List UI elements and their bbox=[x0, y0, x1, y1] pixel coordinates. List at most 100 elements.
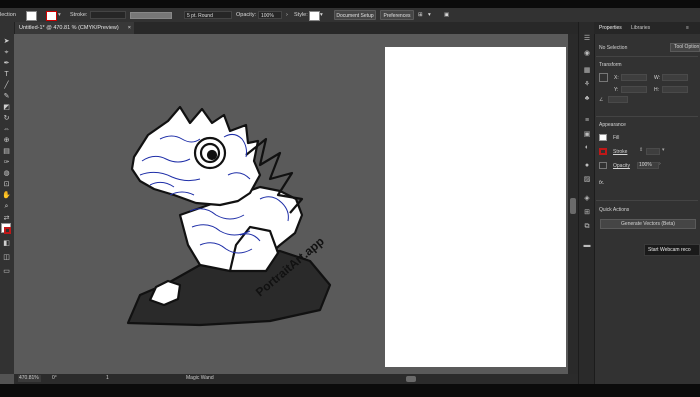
appearance-heading: Appearance bbox=[599, 122, 626, 128]
document-setup-button[interactable]: Document Setup bbox=[334, 10, 376, 20]
stroke-swatch[interactable] bbox=[46, 11, 57, 21]
artboard-tool-icon[interactable]: ⊡ bbox=[2, 181, 11, 189]
vertical-scroll-thumb[interactable] bbox=[570, 198, 576, 214]
fill-label: Fill bbox=[613, 135, 620, 141]
current-tool-label: Magic Wand bbox=[186, 375, 214, 381]
brush-dropdown[interactable]: 5 pt. Round bbox=[184, 11, 232, 19]
fx-icon[interactable]: fx. bbox=[599, 180, 604, 186]
gradient-tool-icon[interactable]: ▤ bbox=[2, 148, 11, 156]
lizard-artwork[interactable]: PortraitArt.app bbox=[120, 95, 340, 330]
color-mode-icon[interactable]: ◧ bbox=[2, 240, 11, 248]
chevron-down-icon[interactable]: ▾ bbox=[428, 10, 431, 20]
direct-selection-tool-icon[interactable]: ⌖ bbox=[2, 49, 11, 57]
draw-mode-icon[interactable]: ◫ bbox=[2, 254, 11, 262]
shape-builder-tool-icon[interactable]: ⊕ bbox=[2, 137, 11, 145]
stroke-label: Stroke: bbox=[70, 12, 88, 18]
panel-divider bbox=[596, 200, 698, 201]
w-label: W: bbox=[654, 75, 661, 81]
line-tool-icon[interactable]: ╱ bbox=[2, 82, 11, 90]
selection-status: No Selection bbox=[599, 45, 628, 51]
graphic-styles-icon[interactable]: ▨ bbox=[582, 175, 592, 184]
artboards-icon[interactable]: ⊞ bbox=[582, 208, 592, 217]
variable-width-profile[interactable] bbox=[130, 12, 172, 19]
screen-mode-icon[interactable]: ▭ bbox=[2, 268, 11, 276]
panel-icon-strip: ☰ ◉ ▦ ⚘ ♣ ≡ ▣ ◐ ● ▨ ◈ ⊞ ⧉ ▬ bbox=[578, 22, 595, 384]
paintbrush-tool-icon[interactable]: ✎ bbox=[2, 93, 11, 101]
stroke-panel-icon[interactable]: ≡ bbox=[582, 116, 592, 125]
stroke-swatch-panel[interactable] bbox=[599, 148, 607, 155]
status-bar: 470.81% 0° 1 Magic Wand bbox=[14, 374, 578, 384]
preferences-button[interactable]: Preferences bbox=[380, 10, 414, 20]
width-tool-icon[interactable]: ⇔ bbox=[2, 126, 11, 134]
chevron-down-icon[interactable]: ▾ bbox=[662, 147, 665, 153]
rotation-value[interactable]: 0° bbox=[52, 375, 57, 382]
opacity-input[interactable]: 100% bbox=[258, 11, 282, 19]
type-tool-icon[interactable]: T bbox=[2, 71, 11, 79]
transform-heading: Transform bbox=[599, 62, 622, 68]
stroke-label-panel[interactable]: Stroke bbox=[613, 149, 627, 155]
transparency-icon[interactable]: ◐ bbox=[582, 143, 592, 152]
style-swatch[interactable] bbox=[309, 11, 320, 21]
rotate-angle-icon[interactable]: ∠ bbox=[599, 97, 603, 103]
chevron-down-icon[interactable]: ▾ bbox=[320, 10, 323, 20]
comments-icon[interactable]: ▬ bbox=[582, 241, 592, 250]
swatches-icon[interactable]: ♣ bbox=[582, 94, 592, 103]
horizontal-scroll-thumb[interactable] bbox=[406, 376, 416, 382]
chevron-down-icon[interactable]: ▾ bbox=[58, 10, 61, 20]
panel-menu-icon[interactable]: ≡ bbox=[686, 22, 689, 34]
chevron-right-icon[interactable]: › bbox=[286, 10, 288, 20]
x-label: X: bbox=[614, 75, 619, 81]
layers-icon[interactable]: ◉ bbox=[582, 49, 592, 58]
libraries-icon[interactable]: ▦ bbox=[582, 66, 592, 75]
links-icon[interactable]: ⧉ bbox=[582, 222, 592, 231]
appearance-icon[interactable]: ● bbox=[582, 161, 592, 170]
selection-tool-icon[interactable]: ➤ bbox=[2, 38, 11, 46]
y-label: Y: bbox=[614, 87, 619, 93]
artboard-number[interactable]: 1 bbox=[106, 375, 109, 382]
selection-mode-label: lection bbox=[0, 12, 16, 18]
opacity-swatch bbox=[599, 162, 607, 169]
document-tab-title: Untitled-1* @ 470.81 % (CMYK/Preview) bbox=[19, 25, 119, 31]
pen-tool-icon[interactable]: ✒ bbox=[2, 60, 11, 68]
arrange-icon[interactable]: ▣ bbox=[444, 10, 449, 20]
fill-swatch-panel[interactable] bbox=[599, 134, 607, 141]
swap-colors-icon[interactable]: ⇄ bbox=[2, 215, 11, 223]
control-bar: lection ▾ Stroke: 5 pt. Round Opacity: 1… bbox=[0, 8, 700, 23]
stroke-color-box[interactable] bbox=[4, 227, 11, 234]
stroke-weight-input[interactable] bbox=[646, 148, 660, 155]
tool-options-button[interactable]: Tool Options bbox=[670, 43, 700, 52]
generate-vectors-button[interactable]: Generate Vectors (Beta) bbox=[600, 219, 696, 229]
zoom-level[interactable]: 470.81% bbox=[18, 375, 41, 382]
symbols-icon[interactable]: ⚘ bbox=[582, 80, 592, 89]
y-input[interactable] bbox=[621, 86, 647, 93]
w-input[interactable] bbox=[662, 74, 688, 81]
eyedropper-tool-icon[interactable]: ✑ bbox=[2, 159, 11, 167]
stroke-weight-dropdown[interactable] bbox=[90, 11, 126, 19]
artboard[interactable] bbox=[385, 47, 566, 367]
hand-tool-icon[interactable]: ✋ bbox=[2, 192, 11, 200]
stepper-icon[interactable]: ⇕ bbox=[639, 147, 643, 153]
panel-divider bbox=[596, 116, 698, 117]
tab-libraries[interactable]: Libraries bbox=[631, 22, 650, 34]
fill-swatch[interactable] bbox=[26, 11, 37, 21]
panel-divider bbox=[596, 56, 698, 57]
opacity-label-panel[interactable]: Opacity bbox=[613, 163, 630, 169]
properties-icon[interactable]: ☰ bbox=[582, 34, 592, 43]
reference-point-icon[interactable] bbox=[599, 73, 608, 82]
x-input[interactable] bbox=[621, 74, 647, 81]
h-input[interactable] bbox=[662, 86, 688, 93]
tab-properties[interactable]: Properties bbox=[599, 22, 622, 34]
eraser-tool-icon[interactable]: ◩ bbox=[2, 104, 11, 112]
chevron-right-icon[interactable]: › bbox=[659, 161, 661, 167]
blend-tool-icon[interactable]: ◍ bbox=[2, 170, 11, 178]
opacity-input-panel[interactable]: 100% bbox=[637, 162, 659, 169]
rotate-tool-icon[interactable]: ↻ bbox=[2, 115, 11, 123]
quick-actions-heading: Quick Actions bbox=[599, 207, 630, 213]
align-icon[interactable]: ⊞ bbox=[418, 10, 423, 20]
zoom-tool-icon[interactable]: ⌕ bbox=[2, 203, 11, 211]
gradient-panel-icon[interactable]: ▣ bbox=[582, 130, 592, 139]
layers-stack-icon[interactable]: ◈ bbox=[582, 194, 592, 203]
close-icon[interactable]: × bbox=[128, 22, 131, 34]
document-tab[interactable]: Untitled-1* @ 470.81 % (CMYK/Preview) × bbox=[14, 22, 134, 34]
rotate-input[interactable] bbox=[608, 96, 628, 103]
